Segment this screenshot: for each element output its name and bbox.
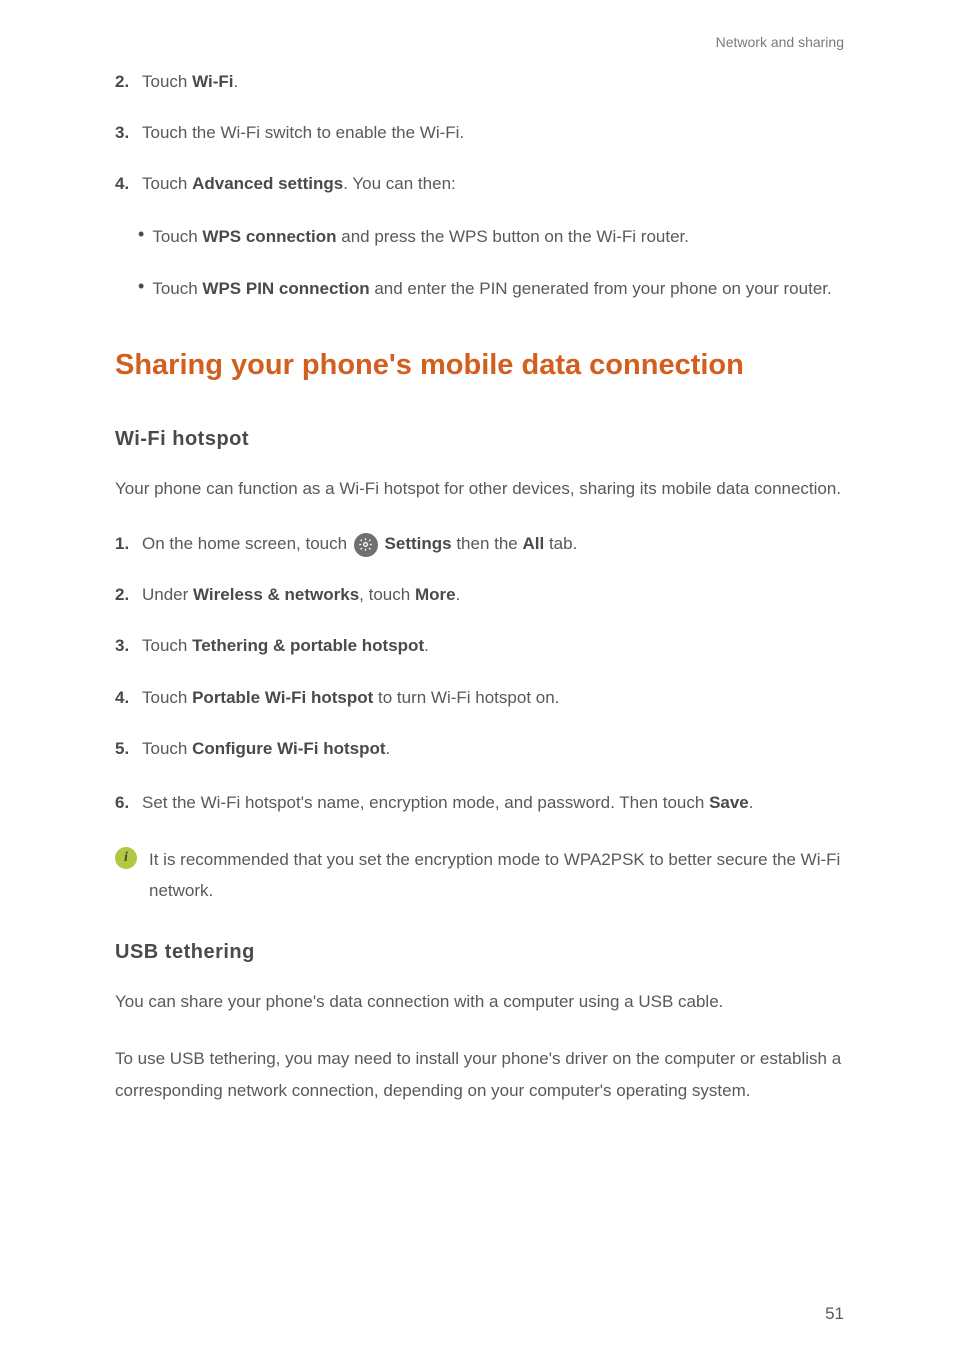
header-section-label: Network and sharing	[716, 34, 844, 50]
step-b-6: 6. Set the Wi-Fi hotspot's name, encrypt…	[115, 786, 844, 820]
step-text: On the home screen, touch Settings then …	[142, 530, 844, 557]
bold-text: Settings	[385, 534, 452, 553]
text-fragment: tab.	[544, 534, 577, 553]
bold-text: All	[522, 534, 544, 553]
bullet-text: Touch WPS PIN connection and enter the P…	[152, 272, 844, 306]
paragraph-3: To use USB tethering, you may need to in…	[115, 1043, 844, 1106]
step-text: Touch Advanced settings. You can then:	[142, 170, 844, 197]
text-fragment: Set the Wi-Fi hotspot's name, encryption…	[142, 793, 709, 812]
step-a-3: 3. Touch the Wi-Fi switch to enable the …	[115, 119, 844, 146]
info-icon: i	[115, 847, 137, 869]
bold-text: WPS connection	[202, 227, 336, 246]
step-number: 6.	[115, 786, 133, 820]
step-text: Touch Wi-Fi.	[142, 68, 844, 95]
bullet-dot: •	[138, 220, 144, 249]
text-fragment: Touch	[142, 174, 192, 193]
step-a-4: 4. Touch Advanced settings. You can then…	[115, 170, 844, 197]
bold-text: Wi-Fi	[192, 72, 233, 91]
bullet-dot: •	[138, 272, 144, 301]
step-b-5: 5. Touch Configure Wi-Fi hotspot.	[115, 735, 844, 762]
bold-text: More	[415, 585, 456, 604]
bold-text: Portable Wi-Fi hotspot	[192, 688, 373, 707]
text-fragment: .	[456, 585, 461, 604]
gear-icon	[354, 533, 378, 557]
text-fragment: Touch	[152, 279, 202, 298]
text-fragment: , touch	[359, 585, 415, 604]
bold-text: Wireless & networks	[193, 585, 359, 604]
text-fragment: and press the WPS button on the Wi-Fi ro…	[337, 227, 689, 246]
text-fragment: Under	[142, 585, 193, 604]
step-number: 2.	[115, 68, 133, 95]
bold-text: Tethering & portable hotspot	[192, 636, 424, 655]
step-number: 4.	[115, 170, 133, 197]
text-fragment: On the home screen, touch	[142, 534, 352, 553]
text-fragment: Touch	[142, 72, 192, 91]
step-text: Touch Configure Wi-Fi hotspot.	[142, 735, 844, 762]
step-number: 3.	[115, 632, 133, 659]
text-fragment: . You can then:	[343, 174, 456, 193]
text-fragment: to turn Wi-Fi hotspot on.	[373, 688, 559, 707]
step-b-2: 2. Under Wireless & networks, touch More…	[115, 581, 844, 608]
bold-text: Advanced settings	[192, 174, 343, 193]
bullet-text: Touch WPS connection and press the WPS b…	[152, 220, 844, 254]
bold-text: WPS PIN connection	[202, 279, 369, 298]
bold-text: Configure Wi-Fi hotspot	[192, 739, 385, 758]
subheading-usb-tethering: USB tethering	[115, 941, 844, 964]
bold-text: Save	[709, 793, 749, 812]
info-text: It is recommended that you set the encry…	[149, 844, 844, 907]
text-fragment: and enter the PIN generated from your ph…	[370, 279, 832, 298]
text-fragment: Touch	[142, 636, 192, 655]
text-fragment: .	[749, 793, 754, 812]
step-b-1: 1. On the home screen, touch Settings th…	[115, 530, 844, 557]
text-fragment: Touch	[142, 688, 192, 707]
heading-main: Sharing your phone's mobile data connect…	[115, 336, 844, 394]
step-b-3: 3. Touch Tethering & portable hotspot.	[115, 632, 844, 659]
bullet-item-2: • Touch WPS PIN connection and enter the…	[138, 272, 844, 306]
step-number: 3.	[115, 119, 133, 146]
bullet-item-1: • Touch WPS connection and press the WPS…	[138, 220, 844, 254]
step-b-4: 4. Touch Portable Wi-Fi hotspot to turn …	[115, 684, 844, 711]
step-number: 2.	[115, 581, 133, 608]
paragraph-2: You can share your phone's data connecti…	[115, 986, 844, 1017]
step-text: Under Wireless & networks, touch More.	[142, 581, 844, 608]
step-text: Touch the Wi-Fi switch to enable the Wi-…	[142, 119, 844, 146]
step-number: 4.	[115, 684, 133, 711]
text-fragment: Touch	[142, 739, 192, 758]
step-number: 1.	[115, 530, 133, 557]
step-a-2: 2. Touch Wi-Fi.	[115, 68, 844, 95]
step-text: Set the Wi-Fi hotspot's name, encryption…	[142, 786, 844, 820]
step-number: 5.	[115, 735, 133, 762]
text-fragment: .	[424, 636, 429, 655]
text-fragment: .	[233, 72, 238, 91]
step-text: Touch Tethering & portable hotspot.	[142, 632, 844, 659]
text-fragment: then the	[452, 534, 523, 553]
text-fragment: Touch	[152, 227, 202, 246]
info-note: i It is recommended that you set the enc…	[115, 844, 844, 907]
paragraph-1: Your phone can function as a Wi-Fi hotsp…	[115, 473, 844, 504]
text-fragment: .	[386, 739, 391, 758]
page-number: 51	[825, 1304, 844, 1324]
step-text: Touch Portable Wi-Fi hotspot to turn Wi-…	[142, 684, 844, 711]
subheading-wifi-hotspot: Wi-Fi hotspot	[115, 428, 844, 451]
